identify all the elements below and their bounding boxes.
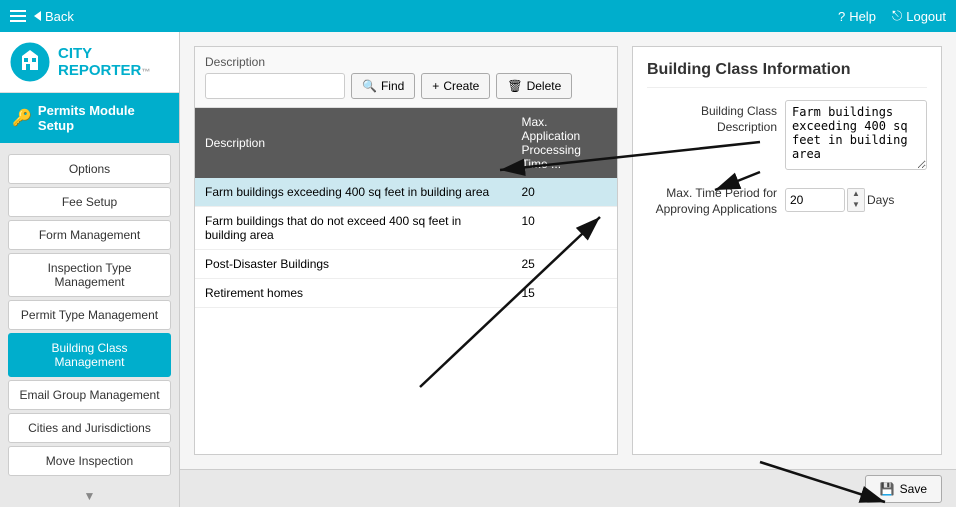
sidebar-item-move-inspection[interactable]: Move Inspection xyxy=(8,446,171,476)
find-button[interactable]: 🔍 Find xyxy=(351,73,415,99)
building-class-desc-row: Building Class Description xyxy=(647,100,927,170)
delete-button[interactable]: 🗑 Delete xyxy=(496,73,572,99)
top-nav: Back ? Help ⎋ Logout xyxy=(0,0,956,32)
sidebar-item-inspection-type-management[interactable]: Inspection Type Management xyxy=(8,253,171,297)
sidebar-item-permit-type-management[interactable]: Permit Type Management xyxy=(8,300,171,330)
help-icon: ? xyxy=(838,9,845,24)
create-button[interactable]: + Create xyxy=(421,73,490,99)
max-time-label: Max. Time Period for Approving Applicati… xyxy=(647,182,777,217)
bottom-bar: 💾 Save xyxy=(180,469,956,507)
table-row[interactable]: Post-Disaster Buildings25 xyxy=(195,250,617,279)
table-cell-max-time: 20 xyxy=(512,178,618,207)
help-link[interactable]: ? Help xyxy=(838,9,876,24)
plus-icon: + xyxy=(432,79,439,93)
info-panel: Building Class Information Building Clas… xyxy=(632,46,942,455)
sidebar-nav: OptionsFee SetupForm ManagementInspectio… xyxy=(0,143,179,485)
description-field-label: Description xyxy=(205,55,607,69)
col-header-description: Description xyxy=(195,108,512,178)
sidebar-item-options[interactable]: Options xyxy=(8,154,171,184)
sidebar-item-fee-setup[interactable]: Fee Setup xyxy=(8,187,171,217)
table-row[interactable]: Farm buildings exceeding 400 sq feet in … xyxy=(195,178,617,207)
building-class-desc-label: Building Class Description xyxy=(647,100,777,135)
building-class-desc-input[interactable] xyxy=(785,100,927,170)
sidebar-item-email-group-management[interactable]: Email Group Management xyxy=(8,380,171,410)
save-icon: 💾 xyxy=(880,482,895,496)
module-label: Permits Module Setup xyxy=(38,103,167,133)
hamburger-menu[interactable] xyxy=(10,10,26,22)
chevron-left-icon xyxy=(34,11,41,21)
sidebar: CITY REPORTER™ 🔑 Permits Module Setup Op… xyxy=(0,32,180,507)
table-cell-description: Farm buildings exceeding 400 sq feet in … xyxy=(195,178,512,207)
logout-icon: ⎋ xyxy=(892,8,902,24)
sidebar-header: CITY REPORTER™ xyxy=(0,32,179,93)
module-header: 🔑 Permits Module Setup xyxy=(0,93,179,143)
sidebar-scroll[interactable]: ▼ xyxy=(0,485,179,507)
max-time-row: Max. Time Period for Approving Applicati… xyxy=(647,182,927,217)
scroll-down-icon[interactable]: ▼ xyxy=(84,489,96,503)
info-panel-title: Building Class Information xyxy=(647,61,927,88)
table-panel: Description 🔍 Find + Create 🗑 xyxy=(194,46,618,455)
table-cell-description: Post-Disaster Buildings xyxy=(195,250,512,279)
back-button[interactable]: Back xyxy=(34,9,74,24)
table-toolbar: Description 🔍 Find + Create 🗑 xyxy=(195,47,617,108)
content-area: Description 🔍 Find + Create 🗑 xyxy=(180,32,956,507)
col-header-max-time: Max. Application Processing Time ... xyxy=(512,108,618,178)
search-input[interactable] xyxy=(205,73,345,99)
sidebar-item-cities-and-jurisdictions[interactable]: Cities and Jurisdictions xyxy=(8,413,171,443)
search-icon: 🔍 xyxy=(362,79,377,93)
table-row[interactable]: Retirement homes15 xyxy=(195,279,617,308)
spinner-up-button[interactable]: ▲ xyxy=(848,189,864,200)
table-cell-max-time: 10 xyxy=(512,207,618,250)
table-cell-max-time: 25 xyxy=(512,250,618,279)
table-cell-max-time: 15 xyxy=(512,279,618,308)
table-cell-description: Retirement homes xyxy=(195,279,512,308)
max-time-input[interactable] xyxy=(785,188,845,212)
logo-text: CITY REPORTER™ xyxy=(58,45,150,79)
sidebar-item-building-class-management[interactable]: Building Class Management xyxy=(8,333,171,377)
table-row[interactable]: Farm buildings that do not exceed 400 sq… xyxy=(195,207,617,250)
data-table: Description Max. Application Processing … xyxy=(195,108,617,454)
spinner: ▲ ▼ xyxy=(847,188,865,212)
back-label: Back xyxy=(45,9,74,24)
spinner-down-button[interactable]: ▼ xyxy=(848,200,864,211)
trash-icon: 🗑 xyxy=(507,79,522,93)
sidebar-item-form-management[interactable]: Form Management xyxy=(8,220,171,250)
city-reporter-logo xyxy=(10,42,50,82)
days-label: Days xyxy=(867,193,894,207)
module-icon: 🔑 xyxy=(12,108,32,128)
logout-link[interactable]: ⎋ Logout xyxy=(892,8,946,24)
save-button[interactable]: 💾 Save xyxy=(865,475,942,503)
table-cell-description: Farm buildings that do not exceed 400 sq… xyxy=(195,207,512,250)
